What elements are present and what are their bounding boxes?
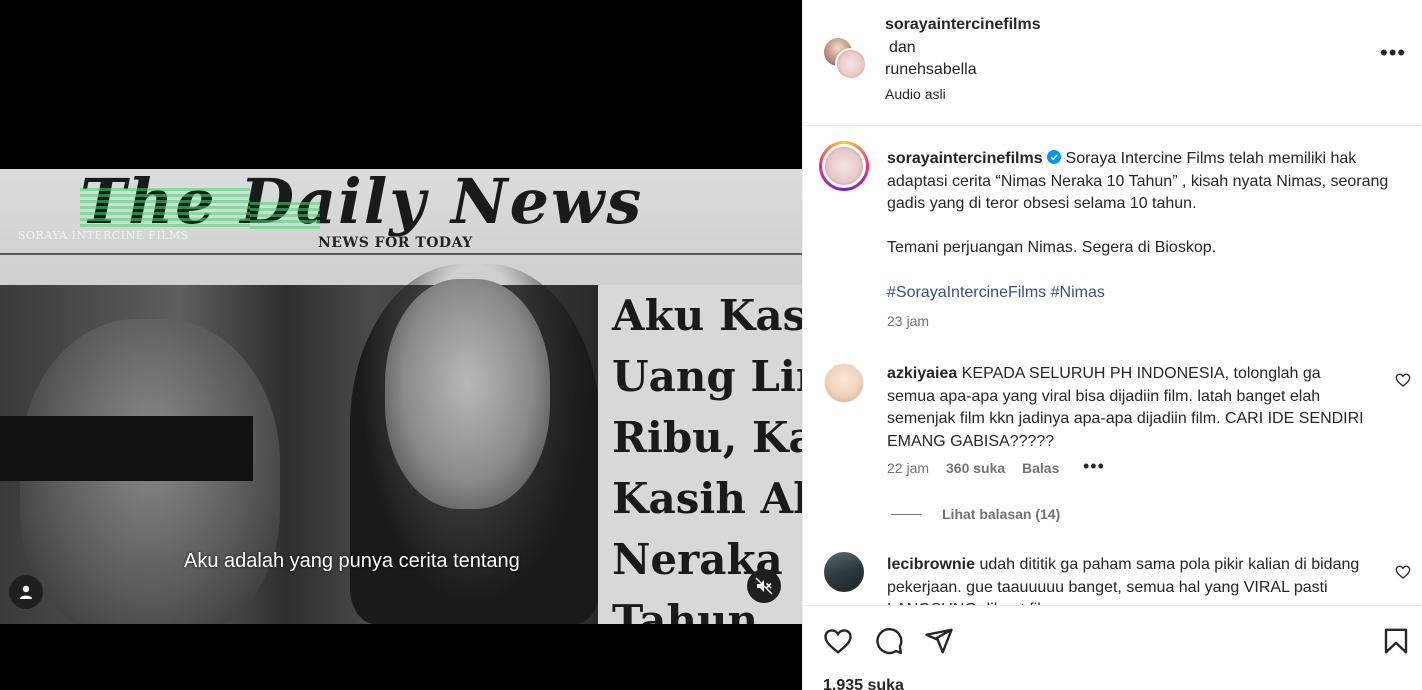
avatar[interactable] — [824, 552, 864, 592]
brand-watermark: SORAYA INTERCINE FILMS — [18, 229, 189, 242]
headline-line: Ribu, Kasih — [612, 413, 802, 462]
divider — [891, 514, 921, 515]
comment-time[interactable]: 22 jam — [887, 460, 929, 476]
headline-line: Uang Lima — [612, 352, 802, 401]
action-bar: 1.935 suka — [803, 605, 1422, 690]
comment-likes[interactable]: 360 suka — [946, 460, 1005, 476]
media-panel[interactable]: The Daily News SORAYA INTERCINE FILMS NE… — [0, 0, 802, 690]
avatar[interactable] — [824, 363, 864, 403]
post-time[interactable]: 23 jam — [887, 313, 929, 329]
comments-section[interactable]: sorayaintercinefilms Soraya Intercine Fi… — [803, 127, 1422, 605]
comment-body: azkiyaiea KEPADA SELURUH PH INDONESIA, t… — [887, 363, 1367, 453]
share-icon[interactable] — [924, 626, 954, 656]
more-options-icon[interactable]: ••• — [1380, 40, 1406, 66]
caption-block: sorayaintercinefilms Soraya Intercine Fi… — [887, 148, 1397, 216]
muted-speaker-icon — [755, 577, 773, 595]
headline-line: Kasih Aku — [612, 474, 802, 523]
heart-icon[interactable] — [1395, 564, 1411, 580]
comment-body: lecibrownie udah dititik ga paham sama p… — [887, 554, 1387, 605]
caption-text-2: Temani perjuangan Nimas. Segera di Biosk… — [887, 239, 1217, 256]
woman-face-image — [385, 279, 550, 509]
caption-username[interactable]: sorayaintercinefilms — [887, 150, 1043, 167]
divider — [0, 253, 802, 255]
comment-icon[interactable] — [874, 626, 904, 656]
avatar — [822, 144, 866, 188]
bookmark-icon[interactable] — [1381, 626, 1411, 656]
comment-username[interactable]: lecibrownie — [887, 556, 975, 573]
glitch-effect — [80, 187, 250, 227]
audio-label[interactable]: Audio asli — [885, 86, 946, 102]
mute-button[interactable] — [747, 569, 781, 603]
newspaper-subhead: NEWS FOR TODAY — [318, 235, 473, 251]
caption-hashtags[interactable]: #SorayaIntercineFilms #Nimas — [887, 282, 1105, 305]
header-username-2[interactable]: runehsabella — [885, 61, 977, 79]
more-options-icon[interactable]: ••• — [1083, 456, 1105, 477]
post-sidebar: sorayaintercinefilms dan runehsabella Au… — [802, 0, 1422, 690]
glitch-effect — [250, 199, 320, 229]
censor-bar — [0, 416, 253, 481]
verified-badge-icon — [1047, 150, 1062, 164]
headline-line: Aku Kasih — [612, 291, 802, 340]
header-conjunction: dan — [889, 39, 916, 56]
tagged-users-button[interactable] — [9, 575, 43, 609]
avatar[interactable] — [835, 48, 867, 80]
newspaper-header: The Daily News SORAYA INTERCINE FILMS NE… — [0, 169, 802, 287]
header-username[interactable]: sorayaintercinefilms — [885, 16, 1041, 34]
comment-text: KEPADA SELURUH PH INDONESIA, tolonglah g… — [887, 365, 1364, 450]
video-caption: Aku adalah yang punya cerita tentang — [184, 550, 520, 572]
post-header: sorayaintercinefilms dan runehsabella Au… — [803, 0, 1422, 126]
view-replies-button[interactable]: Lihat balasan (14) — [942, 506, 1060, 522]
user-icon — [20, 585, 32, 599]
instagram-post-viewer: The Daily News SORAYA INTERCINE FILMS NE… — [0, 0, 1422, 690]
heart-icon[interactable] — [1395, 372, 1411, 388]
comment-username[interactable]: azkiyaiea — [887, 365, 957, 382]
likes-count[interactable]: 1.935 suka — [823, 677, 904, 690]
story-ring[interactable] — [819, 141, 869, 191]
reply-button[interactable]: Balas — [1022, 460, 1059, 476]
heart-icon[interactable] — [823, 626, 853, 656]
